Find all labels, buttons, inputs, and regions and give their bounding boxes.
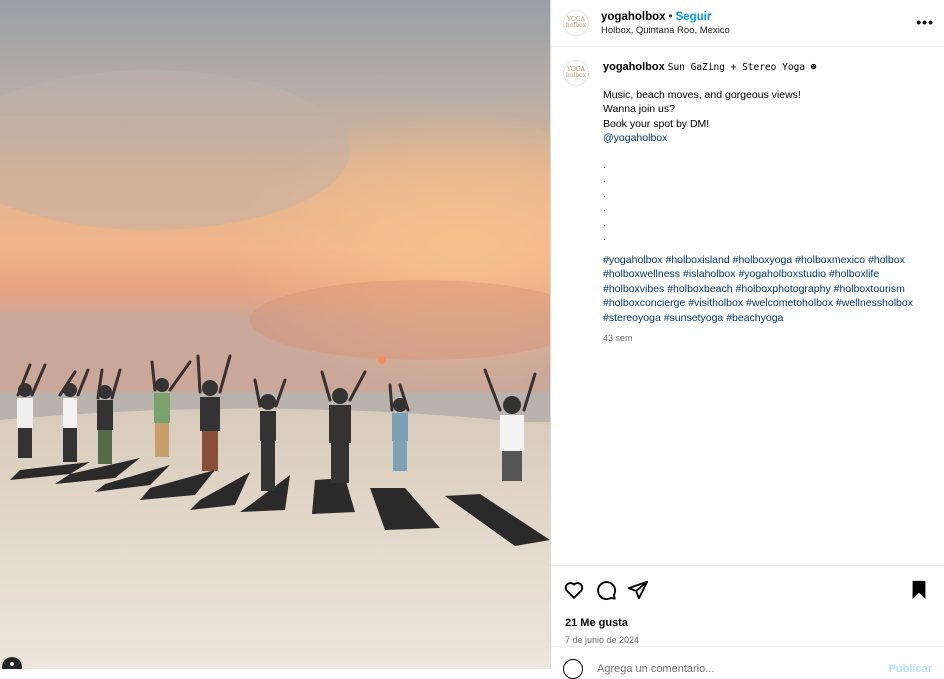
share-icon[interactable]	[627, 579, 649, 601]
hashtag-link[interactable]: #yogaholbox	[603, 254, 663, 266]
caption-line: Wanna join us?	[603, 103, 675, 115]
follow-button[interactable]: Seguir	[676, 11, 712, 23]
hashtag-link[interactable]: #holbox	[868, 254, 905, 266]
hashtag-link[interactable]: #holboxtourism	[834, 283, 905, 295]
location-link[interactable]: Holbox, Quintana Roo, Mexico	[601, 25, 730, 36]
caption-avatar[interactable]: YOGA holbox	[563, 60, 589, 86]
hashtag-link[interactable]: #yogaholboxstudio	[738, 268, 826, 280]
bookmark-icon[interactable]	[908, 579, 930, 601]
comment-bar: Publicar	[551, 646, 944, 679]
mention-link[interactable]: @yogaholbox	[603, 131, 932, 146]
post-photo[interactable]	[0, 0, 550, 669]
hashtag-link[interactable]: #stereoyoga	[603, 312, 661, 324]
username-row: yogaholbox • Seguir	[601, 11, 730, 23]
caption-line: Music, beach moves, and gorgeous views!	[603, 88, 801, 101]
caption-dot: .	[603, 202, 606, 214]
hashtag-list: #yogaholbox #holboxisland #holboxyoga #h…	[603, 253, 932, 326]
post-header: YOGA holbox yogaholbox • Seguir Holbox, Qu…	[551, 0, 944, 47]
caption-header: yogaholbox Sun GaZing + Stereo Yoga ☻	[603, 60, 932, 76]
caption: YOGA holbox yogaholbox Sun GaZing + Stere…	[563, 60, 932, 559]
username-link[interactable]: yogaholbox	[601, 11, 666, 23]
hashtag-link[interactable]: #wellnessholbox	[836, 297, 913, 309]
caption-dot: .	[603, 158, 606, 171]
post-header-text: yogaholbox • Seguir Holbox, Quintana Roo, …	[601, 11, 730, 36]
caption-lines: Music, beach moves, and gorgeous views! …	[603, 88, 932, 146]
hashtag-link[interactable]: #welcometoholbox	[746, 297, 833, 309]
hashtag-link[interactable]: #holboxbeach	[667, 283, 732, 295]
caption-title: Sun GaZing + Stereo Yoga ☻	[667, 62, 817, 73]
separator-dot: •	[668, 10, 673, 23]
likes-count[interactable]: 21 Me gusta	[551, 604, 944, 629]
hashtag-link[interactable]: #holboxyoga	[733, 254, 793, 266]
post-viewer: YOGA holbox yogaholbox • Seguir Holbox, Qu…	[0, 0, 944, 679]
more-options-icon[interactable]: •••	[916, 14, 934, 30]
caption-dot: .	[603, 187, 606, 200]
caption-dot: .	[603, 173, 606, 185]
post-date: 7 de junio de 2024	[565, 635, 640, 645]
caption-line: Book your spot by DM!	[603, 117, 710, 130]
hashtag-link[interactable]: #holboxconcierge	[603, 297, 685, 309]
hashtag-link[interactable]: #holboxphotography	[736, 283, 831, 295]
post-age: 43 sem	[603, 333, 633, 343]
caption-username[interactable]: yogaholbox	[603, 61, 665, 73]
hashtag-link[interactable]: #visitholbox	[688, 297, 743, 309]
hashtag-link[interactable]: #holboxwellness	[603, 268, 680, 280]
caption-body: yogaholbox Sun GaZing + Stereo Yoga ☻ Mus…	[603, 60, 932, 559]
hashtag-link[interactable]: #beachyoga	[726, 312, 783, 324]
hashtag-link[interactable]: #islaholbox	[683, 268, 736, 280]
caption-dot: .	[603, 231, 606, 243]
avatar[interactable]: YOGA holbox	[563, 10, 589, 36]
hashtag-link[interactable]: #holboxisland	[665, 254, 729, 266]
hashtag-link[interactable]: #holboxlife	[829, 268, 879, 280]
hashtag-link[interactable]: #sunsetyoga	[664, 312, 724, 324]
post-side-panel: YOGA holbox yogaholbox • Seguir Holbox, Qu…	[550, 0, 944, 679]
action-icons	[551, 566, 944, 604]
hashtag-link[interactable]: #holboxmexico	[795, 254, 865, 266]
comment-icon[interactable]	[595, 579, 617, 601]
caption-dots: . . . . . .	[603, 158, 932, 245]
caption-dot: .	[603, 216, 606, 229]
hashtag-link[interactable]: #holboxvibes	[603, 283, 664, 295]
heart-icon[interactable]	[563, 579, 585, 601]
beach-yoga-photo	[0, 0, 550, 669]
